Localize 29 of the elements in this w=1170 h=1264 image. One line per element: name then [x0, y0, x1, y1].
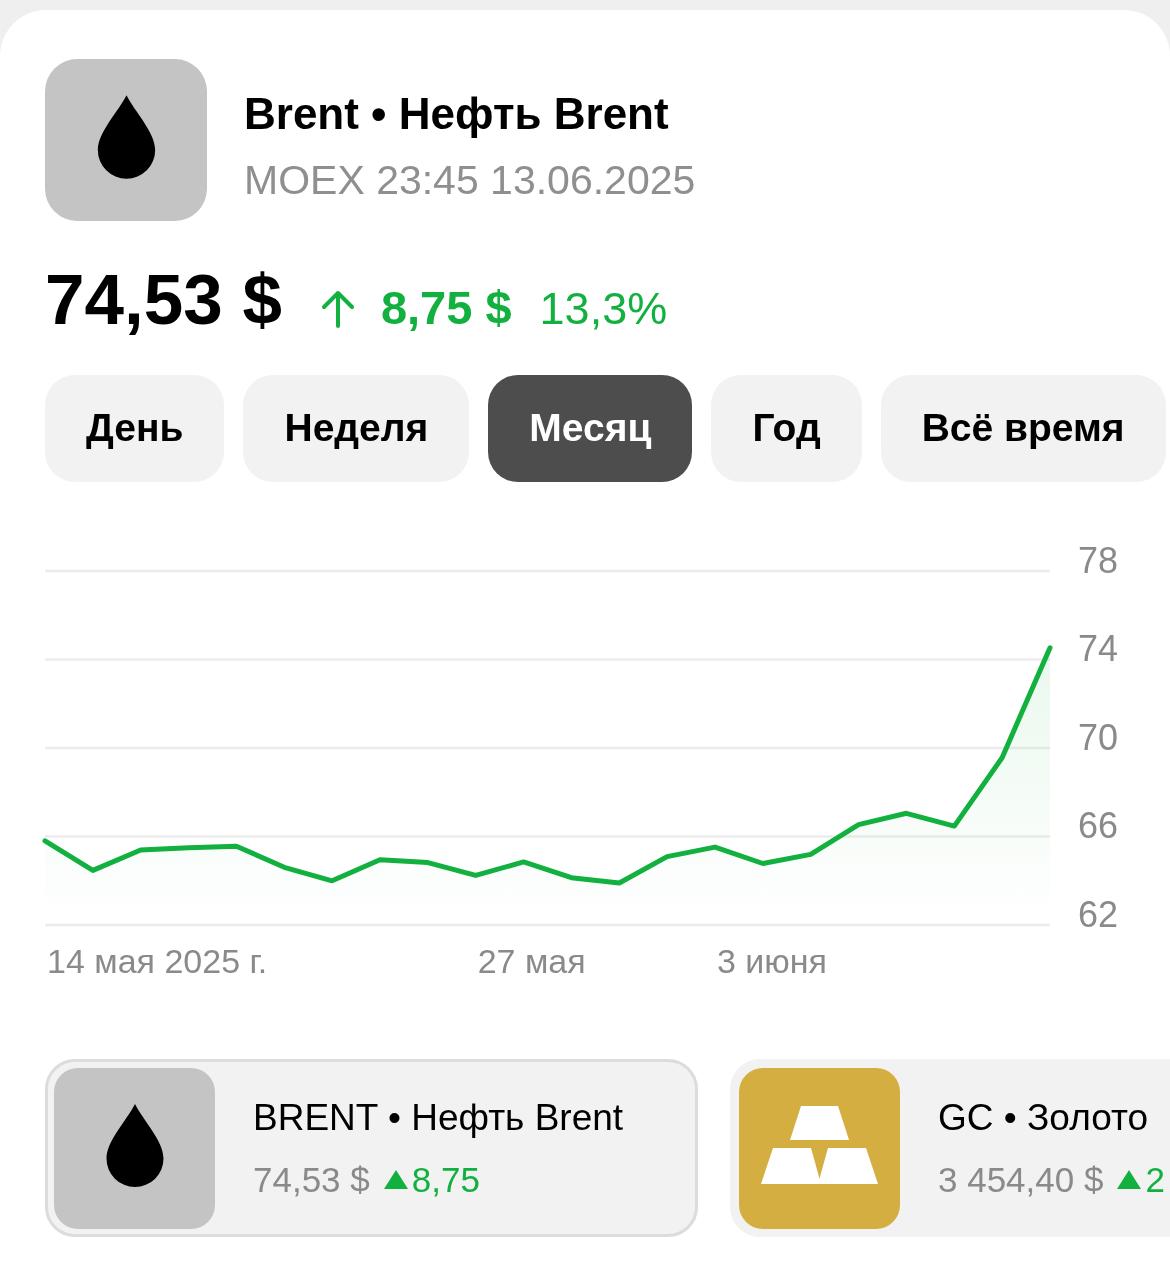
period-tab[interactable]: Год — [711, 375, 862, 482]
drop-icon — [54, 1067, 215, 1229]
period-tab[interactable]: Месяц — [488, 375, 693, 482]
date-label: 27 мая — [477, 941, 586, 981]
y-axis-label: 70 — [1078, 716, 1119, 758]
period-tab[interactable]: Неделя — [243, 375, 470, 482]
ingots-icon — [739, 1067, 900, 1229]
date-label: 14 мая 2025 г. — [47, 941, 268, 981]
price-change: 8,75 $ — [380, 284, 512, 331]
instrument-card[interactable]: BRENT • Нефть Brent 74,53 $ 8,75 — [45, 1059, 698, 1237]
drop-icon — [45, 59, 207, 221]
percent-change: 13,3% — [539, 286, 668, 331]
period-tab[interactable]: День — [45, 375, 225, 482]
y-axis-label: 66 — [1078, 805, 1119, 846]
card-price: 3 454,40 $ — [938, 1159, 1104, 1201]
instrument-title: Brent • Нефть Brent — [244, 88, 670, 140]
card-price: 74,53 $ — [253, 1159, 370, 1201]
y-axis-label: 62 — [1078, 893, 1119, 935]
date-label: 3 июня — [717, 941, 828, 981]
instrument-card[interactable]: GC • Золото 3 454,40 $ 2 — [730, 1059, 1170, 1237]
period-tab[interactable]: Всё время — [880, 375, 1166, 482]
card-change: 8,75 — [411, 1159, 480, 1201]
card-title: GC • Золото — [938, 1096, 1149, 1140]
card-change: 2 — [1145, 1159, 1165, 1201]
y-axis-label: 74 — [1078, 628, 1119, 669]
y-axis-label: 78 — [1078, 539, 1119, 581]
current-price: 74,53 $ — [45, 264, 282, 335]
exchange-timestamp: MOEX 23:45 13.06.2025 — [244, 156, 696, 205]
card-title: BRENT • Нефть Brent — [253, 1096, 624, 1140]
